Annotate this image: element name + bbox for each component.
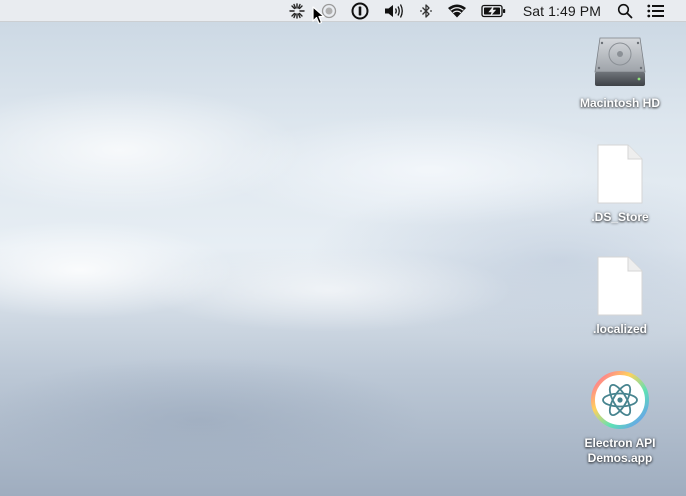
- desktop-item-label: .DS_Store: [591, 210, 649, 224]
- desktop-item-label: .localized: [592, 322, 648, 336]
- bluetooth-icon[interactable]: [412, 0, 440, 22]
- password-manager-icon[interactable]: [344, 0, 376, 22]
- spotlight-search-icon[interactable]: [610, 0, 640, 22]
- mouse-cursor-icon: [312, 6, 326, 31]
- desktop-item-ds-store[interactable]: .DS_Store: [570, 144, 670, 225]
- activity-spinner-icon[interactable]: [280, 0, 314, 22]
- battery-charging-icon[interactable]: [474, 0, 514, 22]
- desktop-item-label: Macintosh HD: [579, 96, 660, 110]
- desktop-item-label: Electron API Demos.app: [584, 436, 656, 465]
- volume-icon[interactable]: [376, 0, 412, 22]
- electron-app-icon: [591, 371, 649, 429]
- wifi-icon[interactable]: [440, 0, 474, 22]
- notification-center-icon[interactable]: [640, 0, 672, 22]
- menubar-clock[interactable]: Sat 1:49 PM: [514, 0, 610, 22]
- desktop-item-macintosh-hd[interactable]: Macintosh HD: [570, 32, 670, 111]
- document-icon: [597, 144, 643, 204]
- hard-drive-icon: [594, 37, 646, 86]
- desktop-item-electron-api-demos[interactable]: Electron API Demos.app: [570, 370, 670, 466]
- document-icon: [597, 256, 643, 316]
- menu-bar: Sat 1:49 PM: [0, 0, 686, 22]
- desktop-item-localized[interactable]: .localized: [570, 256, 670, 337]
